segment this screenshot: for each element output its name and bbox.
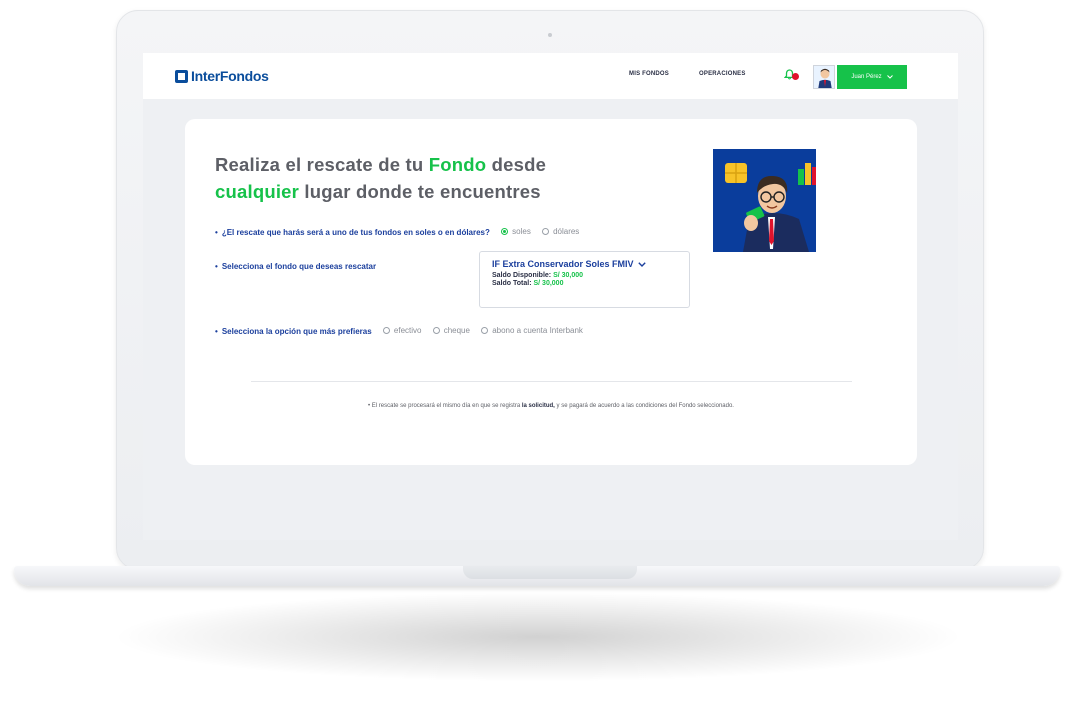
radio-selected-icon bbox=[501, 228, 509, 235]
laptop-screen: InterFondos MIS FONDOS OPERACIONES Juan bbox=[143, 53, 958, 540]
radio-cheque[interactable]: cheque bbox=[432, 326, 470, 335]
top-navbar: InterFondos MIS FONDOS OPERACIONES Juan bbox=[143, 53, 958, 99]
radio-abono-interbank[interactable]: abono a cuenta Interbank bbox=[481, 326, 583, 335]
logo-text: InterFondos bbox=[191, 68, 269, 84]
radio-soles-label: soles bbox=[512, 227, 531, 236]
user-name: Juan Pérez bbox=[851, 74, 882, 80]
bullet: • bbox=[215, 228, 218, 237]
bullet: • bbox=[215, 327, 218, 336]
title-part1: Realiza el rescate de tu bbox=[215, 154, 429, 175]
man-with-card-illustration-icon bbox=[713, 149, 816, 252]
question-currency-label: ¿El rescate que harás será a uno de tus … bbox=[221, 228, 490, 237]
fund-name: IF Extra Conservador Soles FMIV bbox=[492, 259, 634, 269]
radio-empty-icon bbox=[432, 327, 440, 334]
radio-abono-label: abono a cuenta Interbank bbox=[492, 326, 583, 335]
footnote-suffix: y se pagará de acuerdo a las condiciones… bbox=[554, 403, 734, 409]
question-currency: • ¿El rescate que harás será a uno de tus… bbox=[215, 227, 579, 237]
brand-logo[interactable]: InterFondos bbox=[175, 68, 269, 84]
title-highlight-fondo: Fondo bbox=[428, 154, 487, 175]
radio-dolares[interactable]: dólares bbox=[542, 227, 579, 236]
radio-empty-icon bbox=[382, 327, 390, 334]
radio-dolares-label: dólares bbox=[553, 227, 580, 236]
title-part2: desde bbox=[486, 154, 547, 175]
hero-illustration bbox=[713, 149, 816, 252]
page-title: Realiza el rescate de tu Fondo desde cua… bbox=[215, 151, 546, 205]
divider bbox=[251, 381, 852, 382]
radio-soles[interactable]: soles bbox=[501, 227, 531, 236]
question-payment: • Selecciona la opción que más prefieras … bbox=[215, 326, 583, 336]
total-balance: Saldo Total: S/ 30,000 bbox=[492, 280, 677, 287]
laptop-shadow bbox=[110, 592, 966, 682]
fund-dropdown[interactable]: IF Extra Conservador Soles FMIV bbox=[492, 259, 677, 269]
laptop-notch bbox=[463, 566, 637, 579]
nav-mis-fondos[interactable]: MIS FONDOS bbox=[629, 71, 669, 77]
question-fund: • Selecciona el fondo que deseas rescatar bbox=[215, 262, 376, 271]
total-value: S/ 30,000 bbox=[533, 280, 564, 287]
nav-operaciones[interactable]: OPERACIONES bbox=[699, 71, 746, 77]
available-label: Saldo Disponible: bbox=[492, 272, 552, 279]
bullet: • bbox=[215, 262, 218, 271]
title-part3: lugar donde te encuentres bbox=[299, 181, 541, 202]
notification-badge bbox=[792, 73, 799, 80]
rescue-card: Realiza el rescate de tu Fondo desde cua… bbox=[185, 119, 917, 465]
logo-mark-icon bbox=[175, 69, 188, 83]
radio-efectivo-label: efectivo bbox=[393, 326, 422, 335]
question-fund-label: Selecciona el fondo que deseas rescatar bbox=[221, 262, 377, 271]
user-menu-button[interactable]: Juan Pérez bbox=[837, 65, 907, 89]
mockup-stage: InterFondos MIS FONDOS OPERACIONES Juan bbox=[0, 0, 1076, 711]
radio-efectivo[interactable]: efectivo bbox=[382, 326, 422, 335]
user-avatar-icon bbox=[814, 66, 834, 88]
title-highlight-cualquier: cualquier bbox=[215, 181, 300, 202]
fund-selector[interactable]: IF Extra Conservador Soles FMIV Saldo Di… bbox=[479, 251, 690, 308]
footnote-bold: la solicitud, bbox=[521, 403, 555, 409]
footnote: • El rescate se procesará el mismo día e… bbox=[335, 401, 767, 411]
footnote-prefix: • El rescate se procesará el mismo día e… bbox=[368, 403, 522, 409]
total-label: Saldo Total: bbox=[492, 280, 532, 287]
chevron-down-icon bbox=[637, 261, 646, 267]
available-balance: Saldo Disponible: S/ 30,000 bbox=[492, 272, 677, 279]
available-value: S/ 30,000 bbox=[553, 272, 584, 279]
radio-empty-icon bbox=[481, 327, 489, 334]
question-payment-label: Selecciona la opción que más prefieras bbox=[221, 327, 372, 336]
chevron-down-icon bbox=[886, 75, 893, 79]
webcam bbox=[548, 33, 552, 37]
radio-cheque-label: cheque bbox=[443, 326, 470, 335]
avatar[interactable] bbox=[813, 65, 835, 89]
radio-empty-icon bbox=[542, 228, 550, 235]
